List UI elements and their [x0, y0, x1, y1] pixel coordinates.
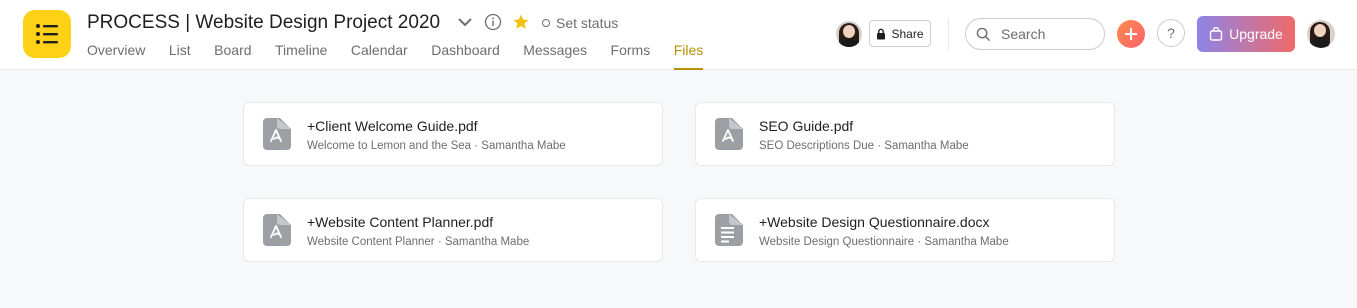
file-name[interactable]: +Client Welcome Guide.pdf: [307, 118, 478, 134]
file-name[interactable]: +Website Design Questionnaire.docx: [759, 214, 989, 230]
file-card[interactable]: SEO Guide.pdf SEO Descriptions Due · Sam…: [695, 102, 1115, 166]
set-status-button[interactable]: Set status: [542, 15, 618, 31]
share-button[interactable]: Share: [869, 20, 931, 47]
info-icon[interactable]: [484, 13, 502, 31]
upgrade-button[interactable]: Upgrade: [1197, 16, 1295, 52]
document-icon: [715, 214, 743, 246]
set-status-label: Set status: [556, 15, 619, 31]
lock-icon: [877, 28, 886, 39]
search-box[interactable]: [965, 18, 1105, 50]
project-list-icon[interactable]: [23, 10, 71, 58]
file-name[interactable]: SEO Guide.pdf: [759, 118, 853, 134]
file-card[interactable]: +Website Design Questionnaire.docx Websi…: [695, 198, 1115, 262]
tab-messages[interactable]: Messages: [523, 42, 587, 70]
upgrade-label: Upgrade: [1229, 26, 1283, 42]
file-meta: SEO Descriptions Due · Samantha Mabe: [759, 140, 969, 152]
user-avatar[interactable]: [1307, 20, 1335, 48]
file-meta: Welcome to Lemon and the Sea · Samantha …: [307, 140, 566, 152]
header-divider: [948, 18, 949, 50]
tab-calendar[interactable]: Calendar: [351, 42, 408, 70]
pdf-icon: [263, 118, 291, 150]
tab-board[interactable]: Board: [214, 42, 251, 70]
share-label: Share: [891, 26, 924, 41]
pdf-icon: [715, 118, 743, 150]
tab-dashboard[interactable]: Dashboard: [431, 42, 500, 70]
tab-files[interactable]: Files: [673, 42, 703, 70]
chevron-down-icon[interactable]: [457, 14, 473, 30]
search-input[interactable]: [999, 25, 1098, 43]
member-avatar[interactable]: [836, 21, 862, 47]
tab-timeline[interactable]: Timeline: [275, 42, 327, 70]
tab-overview[interactable]: Overview: [87, 42, 145, 70]
help-button[interactable]: ?: [1157, 19, 1185, 47]
tab-forms[interactable]: Forms: [611, 42, 651, 70]
file-meta: Website Content Planner · Samantha Mabe: [307, 236, 530, 248]
shopping-bag-icon: [1209, 27, 1223, 41]
file-name[interactable]: +Website Content Planner.pdf: [307, 214, 493, 230]
project-tabs: Overview List Board Timeline Calendar Da…: [87, 42, 727, 70]
search-icon: [976, 27, 991, 41]
project-title: PROCESS | Website Design Project 2020: [87, 12, 441, 33]
file-card[interactable]: +Website Content Planner.pdf Website Con…: [243, 198, 663, 262]
plus-icon: [1125, 28, 1137, 40]
file-card[interactable]: +Client Welcome Guide.pdf Welcome to Lem…: [243, 102, 663, 166]
tab-list[interactable]: List: [169, 42, 191, 70]
status-circle-icon: [542, 19, 550, 27]
pdf-icon: [263, 214, 291, 246]
file-meta: Website Design Questionnaire · Samantha …: [759, 236, 1009, 248]
star-icon[interactable]: [512, 13, 530, 31]
project-header: PROCESS | Website Design Project 2020 Se…: [0, 0, 1357, 70]
quick-add-button[interactable]: [1117, 20, 1145, 48]
